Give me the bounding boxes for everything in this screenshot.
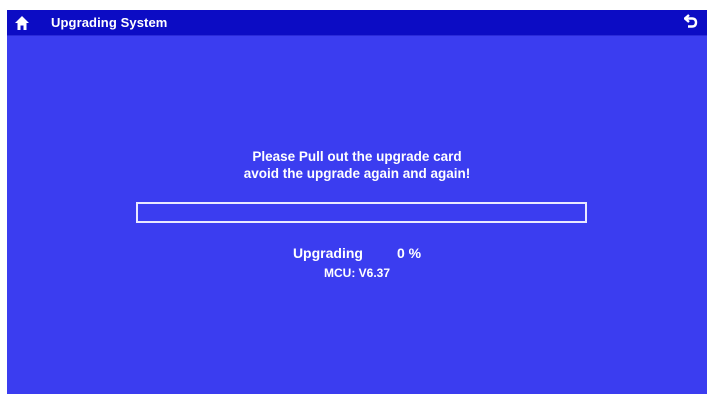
home-icon [14, 15, 30, 31]
upgrade-status-label: Upgrading [292, 245, 363, 261]
upgrade-progress-bar [136, 202, 587, 223]
message-line-1: Please Pull out the upgrade card [252, 149, 462, 164]
upgrade-message: Please Pull out the upgrade card avoid t… [7, 148, 707, 182]
upgrade-percent: 0 % [396, 245, 422, 261]
title-bar: Upgrading System [7, 10, 707, 36]
back-button[interactable] [681, 13, 701, 33]
upgrade-status: Upgrading 0 % [7, 245, 707, 261]
page-title: Upgrading System [51, 15, 168, 30]
back-arrow-icon [683, 13, 698, 34]
upgrade-screen: Upgrading System Please Pull out the upg… [7, 10, 707, 394]
home-button[interactable] [7, 10, 37, 36]
message-line-2: avoid the upgrade again and again! [243, 166, 471, 181]
mcu-version: MCU: V6.37 [323, 266, 391, 280]
